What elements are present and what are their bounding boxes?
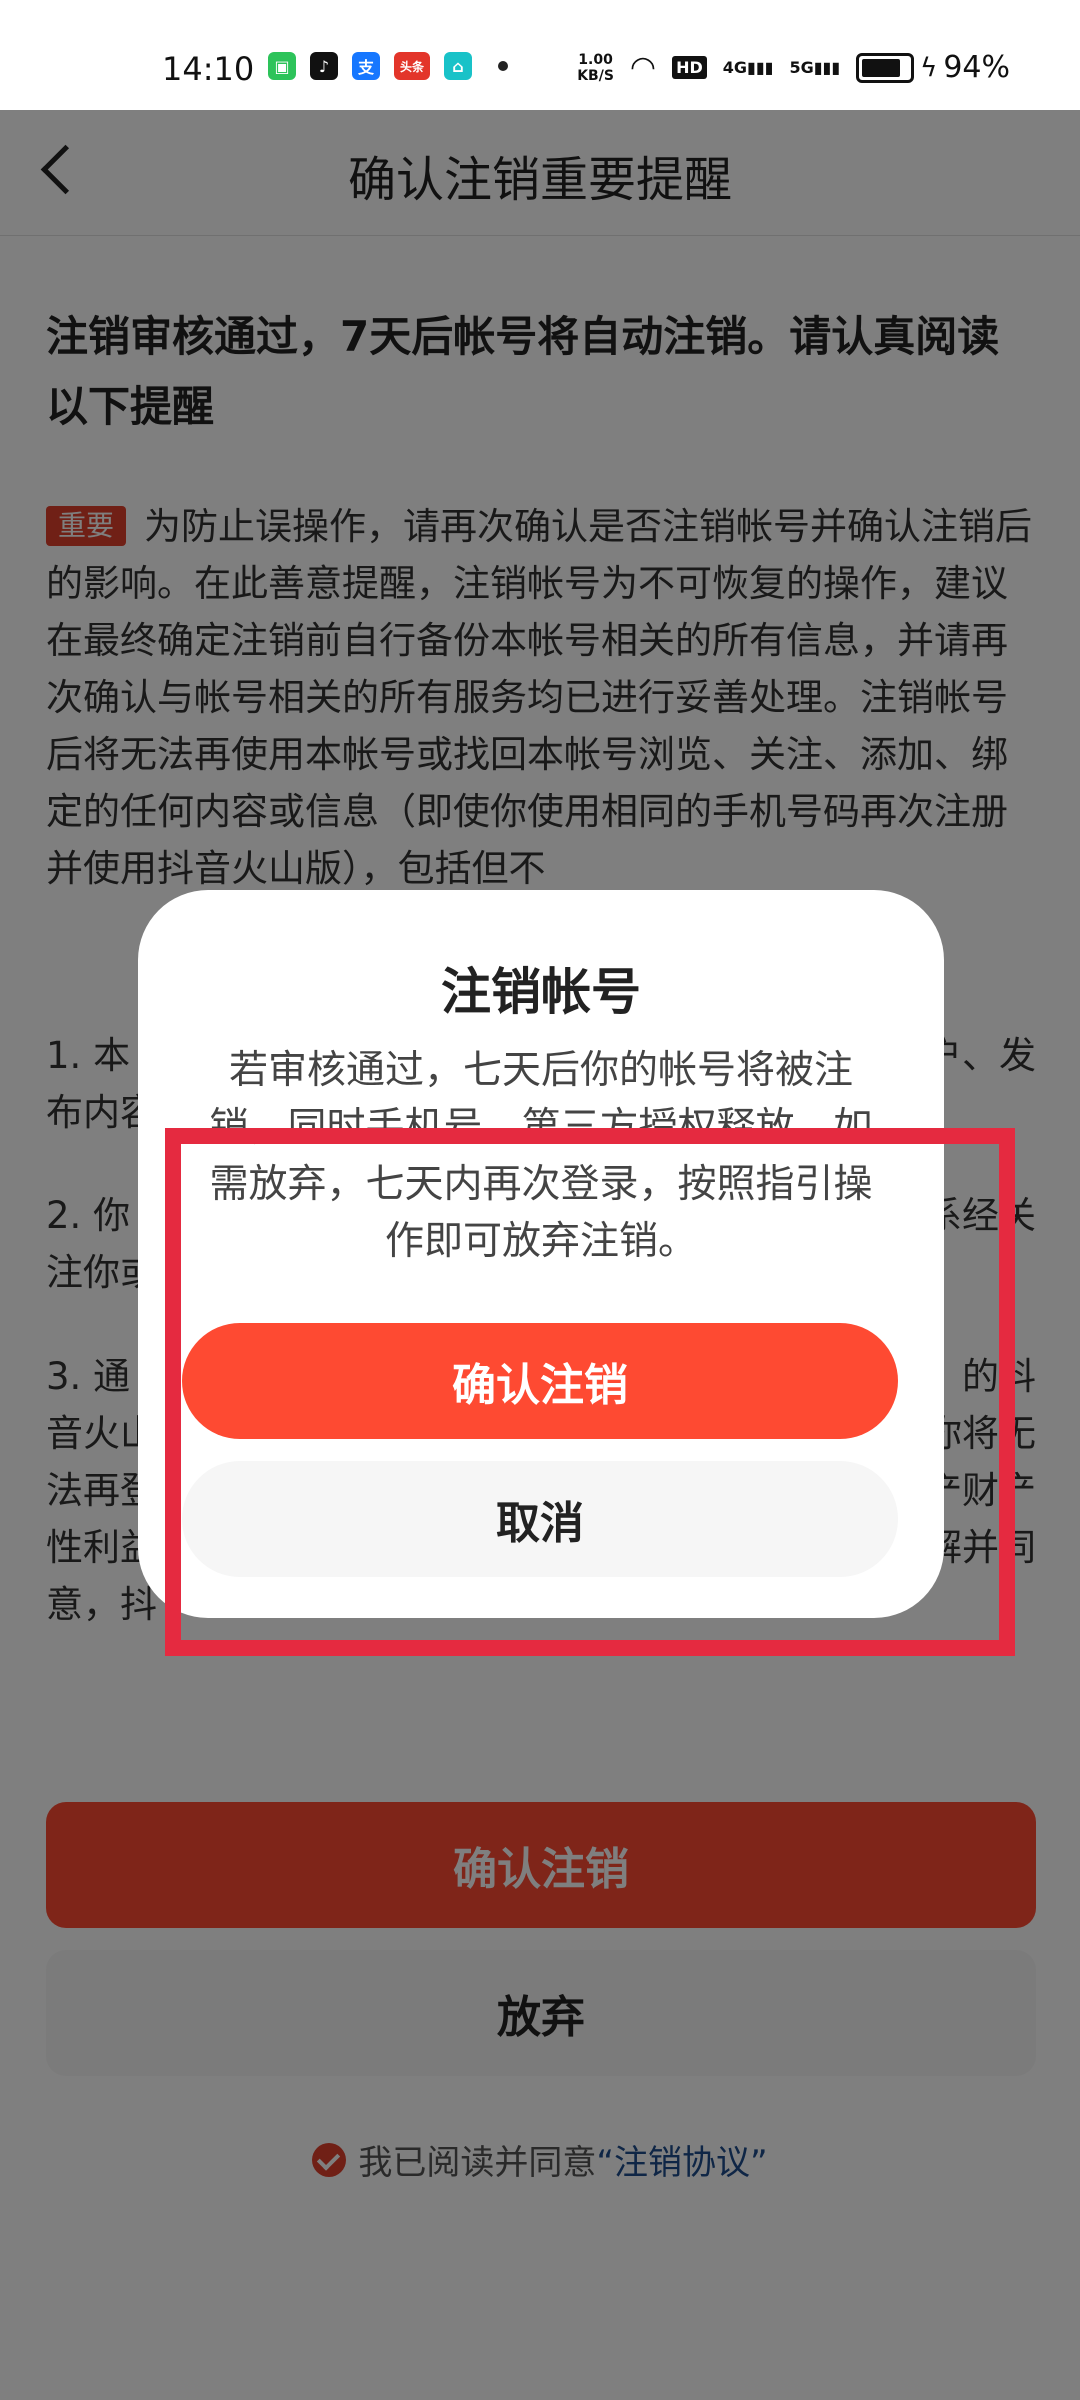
status-bar: 14:10 ▣ ♪ 支 头条 ⌂ 1.00 KB/S ◠ HD 4G▮▮▮ 5G…	[0, 0, 1080, 110]
signal-5g-icon: 5G▮▮▮	[789, 58, 841, 77]
charging-icon: ϟ	[920, 52, 938, 83]
alipay-icon: 支	[352, 52, 380, 80]
notification-app-icons: ▣ ♪ 支 头条 ⌂	[268, 52, 508, 80]
dialog-message: 若审核通过，七天后你的帐号将被注销，同时手机号、第三方授权释放。如需放弃，七天内…	[209, 1048, 873, 1264]
dialog-confirm-button[interactable]: 确认注销	[182, 1323, 898, 1439]
battery-percent: 94%	[943, 50, 1010, 85]
wifi-icon: ◠	[629, 50, 657, 85]
signal-4g-icon: 4G▮▮▮	[722, 58, 774, 77]
toutiao-icon: 头条	[394, 52, 430, 80]
hd-icon: HD	[672, 56, 707, 79]
deactivate-dialog: 注销帐号 若审核通过，七天后你的帐号将被注销，同时手机号、第三方授权释放。如需放…	[138, 890, 944, 1618]
status-indicators: 1.00 KB/S ◠ HD 4G▮▮▮ 5G▮▮▮ ϟ 94%	[577, 50, 1010, 85]
battery-icon	[856, 52, 915, 83]
douyin-icon: ♪	[310, 52, 338, 80]
more-notifications-dot	[498, 61, 508, 71]
network-speed: 1.00 KB/S	[577, 51, 614, 84]
dialog-cancel-button[interactable]: 取消	[182, 1461, 898, 1577]
status-time: 14:10	[162, 50, 255, 88]
wechat-icon: ▣	[268, 52, 296, 80]
home-app-icon: ⌂	[444, 52, 472, 80]
battery-indicator: ϟ 94%	[856, 50, 1010, 85]
dialog-title: 注销帐号	[441, 963, 641, 1021]
